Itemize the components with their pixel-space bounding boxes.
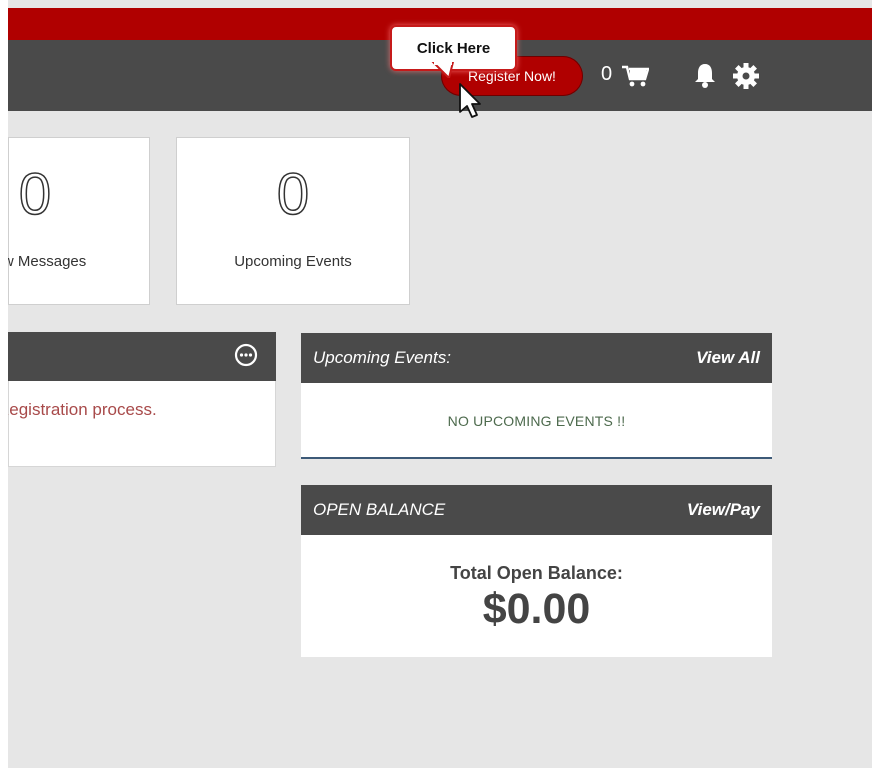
- gear-icon[interactable]: [733, 63, 759, 89]
- new-messages-label: New Messages: [8, 253, 87, 270]
- tooltip-pointer: [431, 62, 455, 78]
- open-balance-panel-title: OPEN BALANCE: [313, 500, 446, 519]
- new-messages-count: 0: [18, 162, 52, 227]
- new-messages-card[interactable]: 0 New Messages: [8, 137, 150, 305]
- cart-count: 0: [601, 63, 613, 85]
- upcoming-events-count: 0: [276, 162, 310, 227]
- view-pay-link[interactable]: View/Pay: [687, 500, 760, 520]
- upcoming-events-panel-title: Upcoming Events:: [313, 348, 451, 367]
- bell-icon[interactable]: [693, 62, 717, 88]
- total-open-balance-label: Total Open Balance:: [450, 563, 623, 583]
- upcoming-events-card[interactable]: 0 Upcoming Events: [176, 137, 410, 305]
- upcoming-events-label: Upcoming Events: [234, 253, 352, 270]
- view-all-link[interactable]: View All: [696, 348, 760, 368]
- upcoming-events-panel-body: NO UPCOMING EVENTS !!: [301, 383, 772, 459]
- upcoming-events-panel-header: Upcoming Events: View All: [301, 333, 772, 383]
- notice-panel-text: Registration process.: [8, 400, 157, 419]
- mouse-pointer-icon: [459, 83, 481, 118]
- total-open-balance-amount: $0.00: [482, 585, 591, 633]
- more-options-icon[interactable]: [234, 343, 258, 367]
- open-balance-panel-header: OPEN BALANCE View/Pay: [301, 485, 772, 535]
- tooltip-text: Click Here: [416, 39, 491, 57]
- no-upcoming-events-message: NO UPCOMING EVENTS !!: [447, 413, 626, 429]
- cart-icon[interactable]: [621, 64, 649, 88]
- notice-panel-body: [8, 381, 276, 467]
- app-container: Register Now! 0 0 New Messages 0 Upcomin…: [8, 0, 872, 768]
- open-balance-panel-body: Total Open Balance: $0.00: [301, 535, 772, 657]
